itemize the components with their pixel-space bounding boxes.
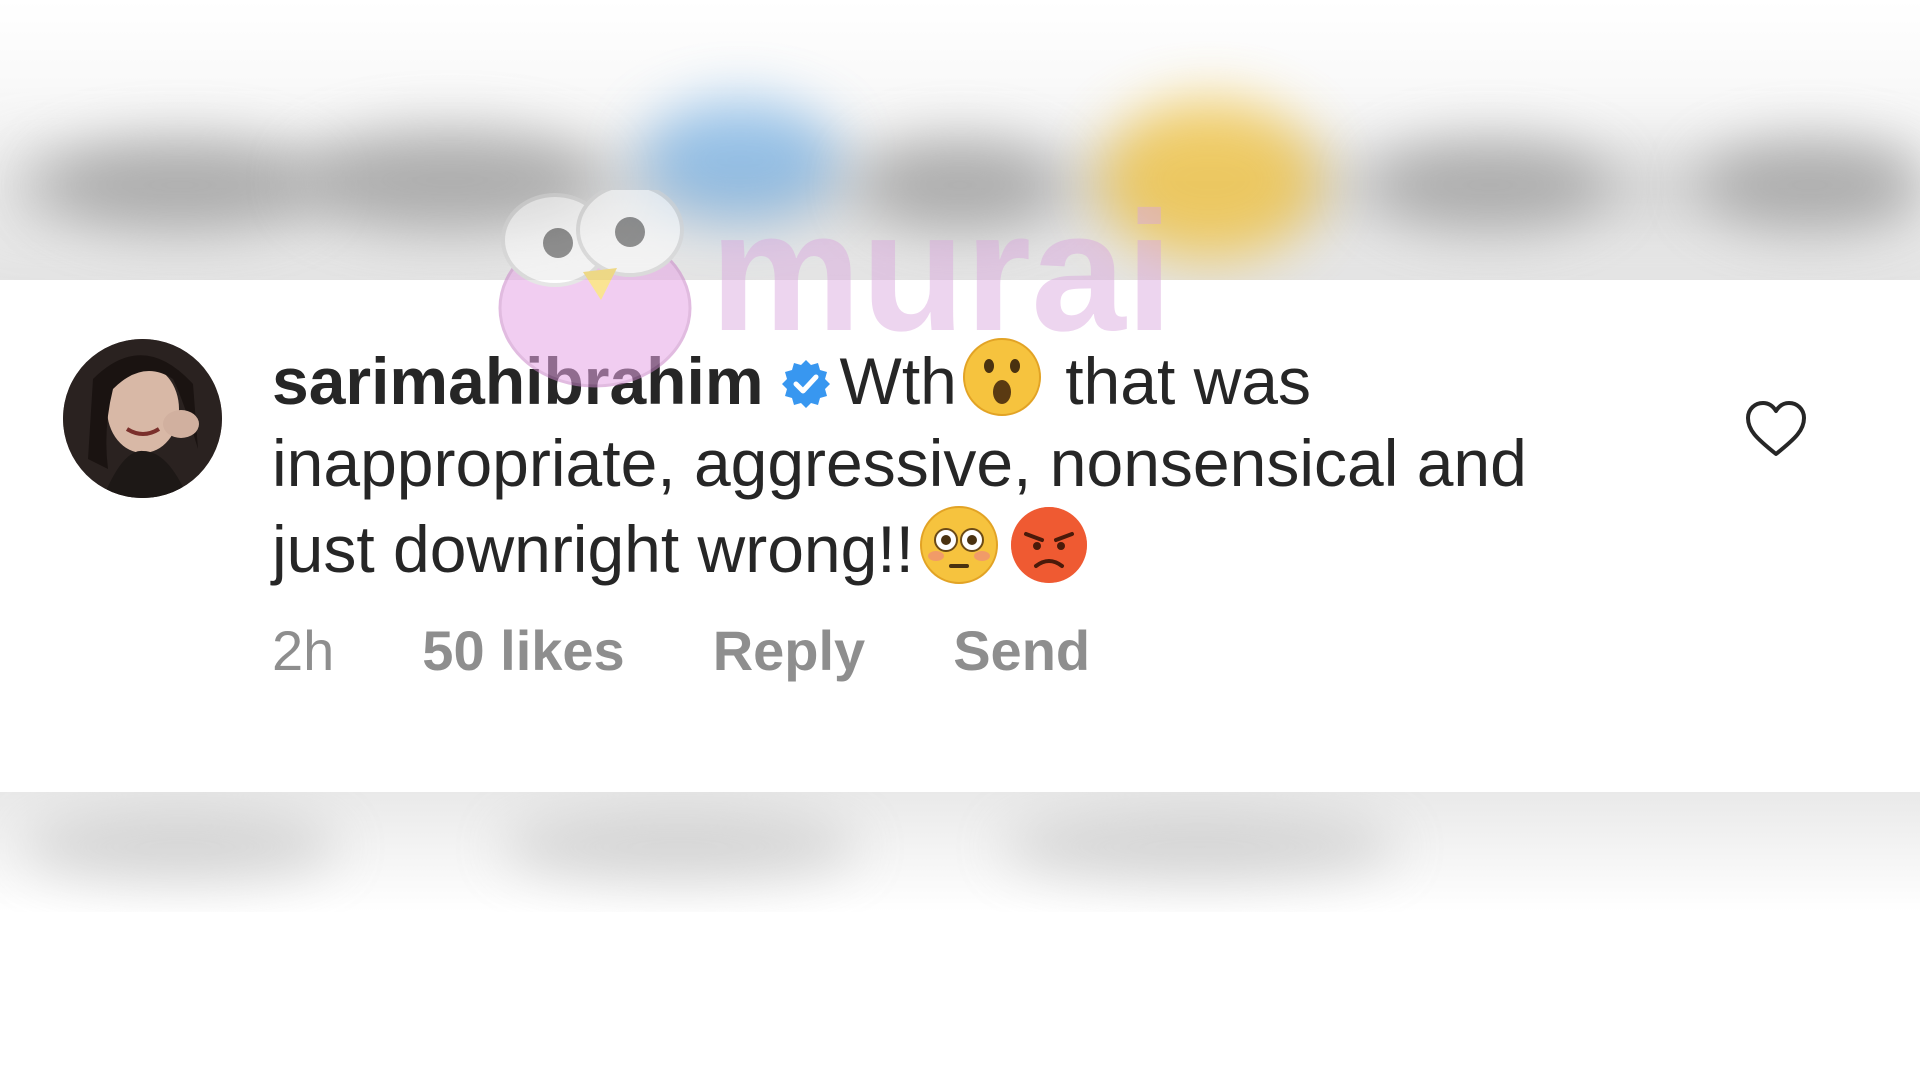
flushed-face-icon (918, 504, 1000, 586)
comment-row: sarimahibrahim Wth that was inappropriate… (0, 280, 1920, 792)
comment-text-part1: Wth (839, 344, 957, 418)
avatar-photo (63, 339, 222, 498)
reply-button[interactable]: Reply (713, 618, 866, 683)
next-comment-blurred (0, 792, 1920, 912)
previous-comment-blurred (0, 0, 1920, 280)
send-button[interactable]: Send (953, 618, 1090, 683)
screen: sarimahibrahim Wth that was inappropriate… (0, 0, 1920, 1080)
username[interactable]: sarimahibrahim (272, 344, 764, 418)
comment-actions: 2h 50 likes Reply Send (272, 618, 1178, 683)
astonished-face-icon (961, 336, 1043, 418)
comment-time: 2h (272, 619, 335, 682)
like-heart-icon[interactable] (1744, 398, 1808, 462)
avatar[interactable] (63, 339, 222, 498)
comment-text: sarimahibrahim Wth that was inappropriate… (272, 336, 1572, 590)
likes-count-link[interactable]: 50 likes (422, 618, 624, 683)
angry-face-icon (1008, 504, 1090, 586)
verified-badge-icon (780, 346, 832, 408)
